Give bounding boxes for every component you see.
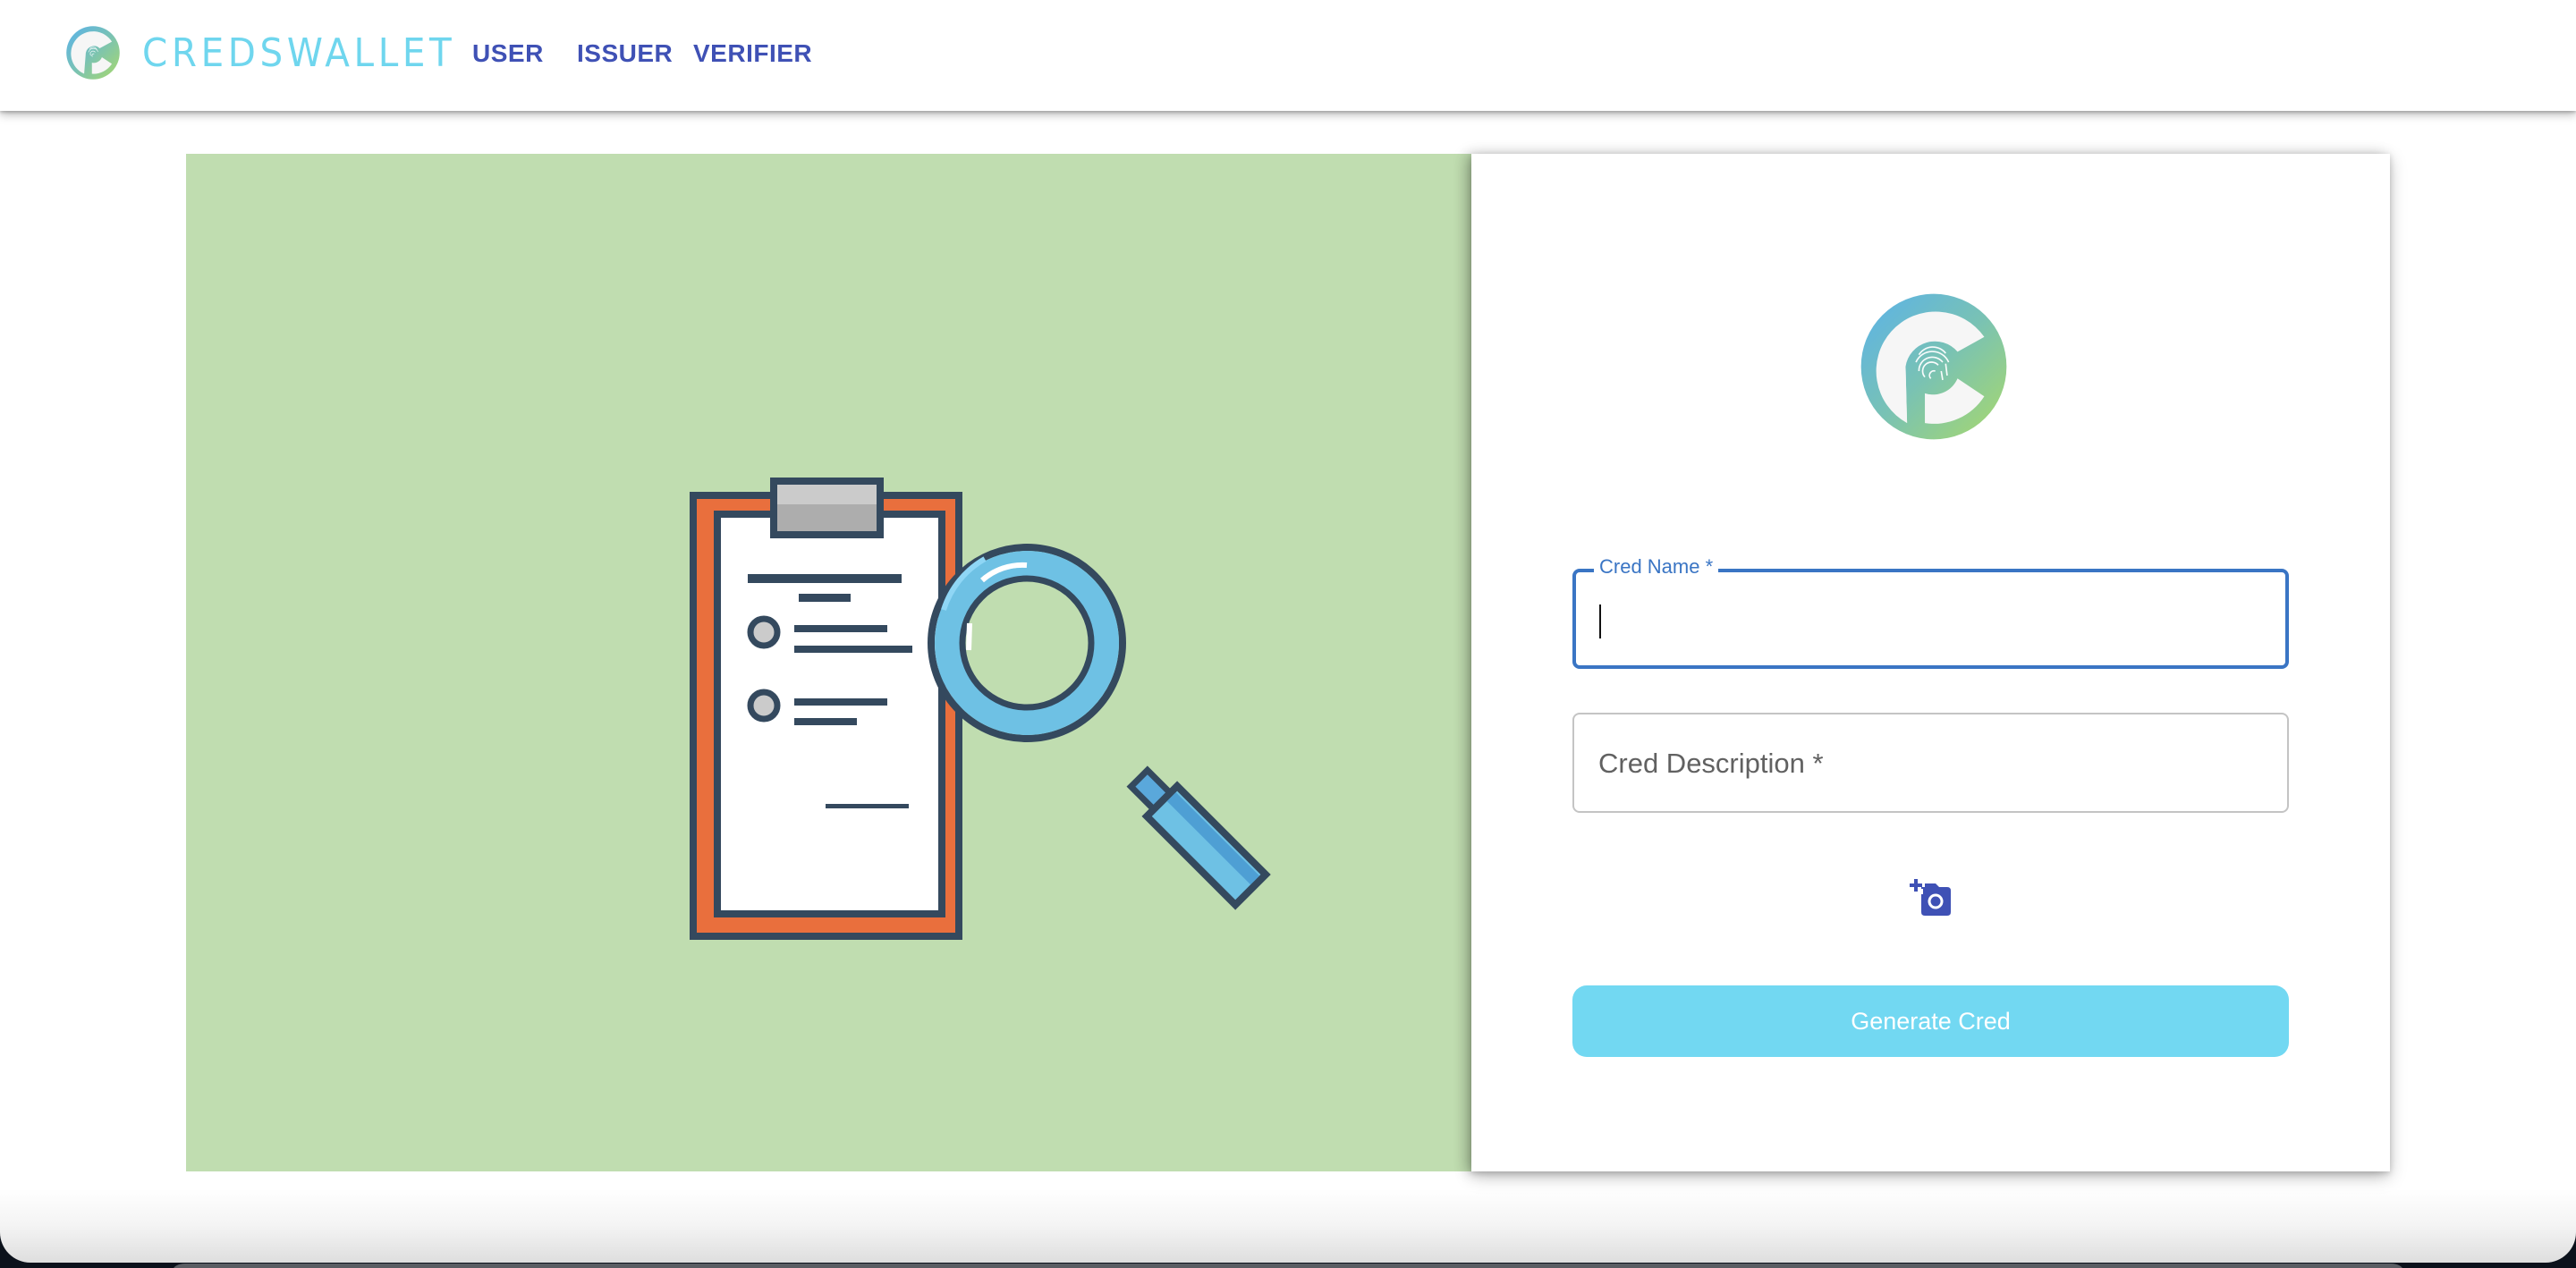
add-photo-button[interactable]: [1910, 878, 1953, 917]
brand-name: CREDSWALLET: [142, 30, 456, 76]
credswallet-logo-icon: [1860, 293, 2007, 440]
credswallet-logo-icon: [66, 26, 120, 80]
cred-description-input[interactable]: [1574, 714, 2287, 811]
nav-issuer[interactable]: ISSUER: [577, 36, 673, 72]
magnifying-glass-icon: [928, 544, 1271, 910]
cred-details-card: Cred Details Cred Name * Cred Descriptio…: [1471, 154, 2390, 1171]
page: CREDSWALLET USER ISSUER VERIFIER Cred Na…: [0, 0, 2576, 1263]
cred-description-field[interactable]: Cred Description *: [1572, 713, 2289, 813]
generate-cred-button[interactable]: Generate Cred: [1572, 985, 2289, 1057]
hero-panel: [186, 154, 1471, 1171]
cred-name-field[interactable]: Cred Name *: [1572, 554, 2289, 669]
add-a-photo-icon: [1910, 879, 1951, 916]
nav-verifier[interactable]: VERIFIER: [693, 36, 812, 72]
text-caret: [1599, 604, 1601, 638]
cred-name-input[interactable]: [1576, 572, 2285, 665]
clipboard-icon: [690, 478, 962, 940]
taskbar-edge: [173, 1264, 2403, 1268]
brand[interactable]: CREDSWALLET: [65, 25, 483, 80]
nav-user[interactable]: USER: [472, 36, 544, 72]
app-header: CREDSWALLET USER ISSUER VERIFIER: [0, 0, 2576, 111]
clipboard-magnifier-illustration: [690, 478, 1271, 940]
